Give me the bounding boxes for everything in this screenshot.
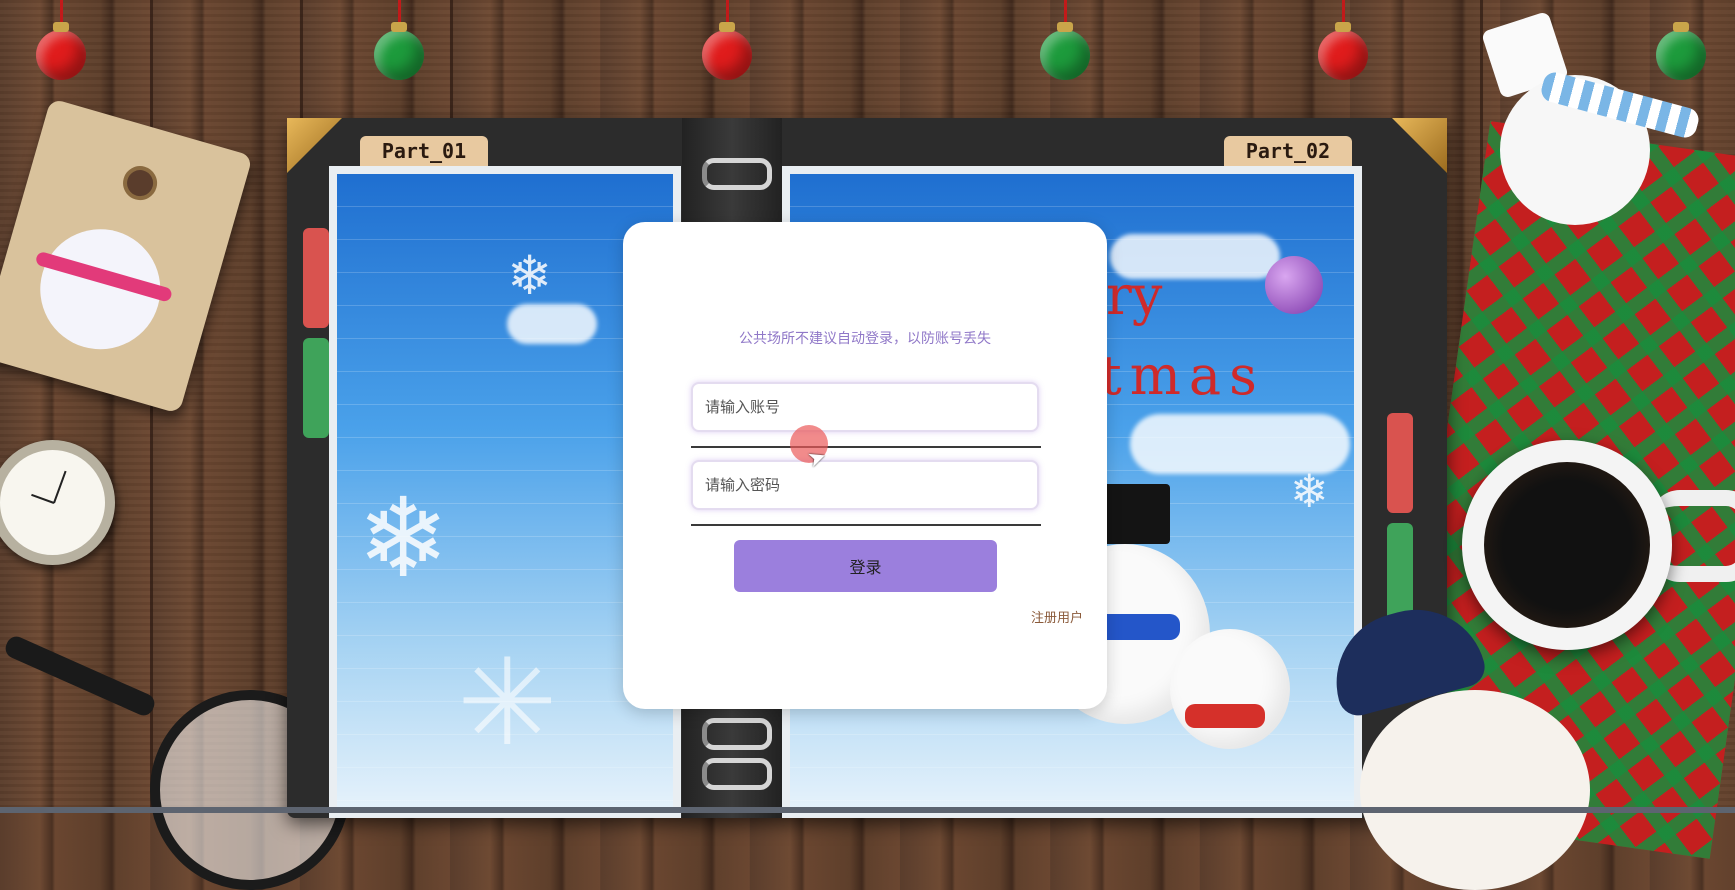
bottom-bar bbox=[0, 807, 1735, 813]
side-tab bbox=[1387, 523, 1413, 623]
red-ornament-icon bbox=[36, 22, 86, 80]
login-card: 公共场所不建议自动登录，以防账号丢失 登录 注册用户 bbox=[623, 222, 1107, 709]
side-tab bbox=[1387, 413, 1413, 513]
small-snowman-icon bbox=[1170, 629, 1290, 749]
coffee bbox=[1484, 462, 1650, 628]
snowflake-icon: ❄ bbox=[357, 474, 450, 602]
purple-ornament-icon bbox=[1265, 256, 1323, 314]
green-ornament-icon bbox=[374, 22, 424, 80]
teddy-bear-icon bbox=[1360, 690, 1590, 890]
account-input[interactable] bbox=[691, 382, 1039, 432]
snowflake-icon: ❄ bbox=[507, 244, 553, 307]
tree-icon: ✳ bbox=[457, 634, 558, 773]
corner-guard bbox=[1392, 118, 1447, 173]
corner-guard bbox=[287, 118, 342, 173]
part-01-tab: Part_01 bbox=[360, 136, 488, 166]
top-hat-icon bbox=[1100, 484, 1170, 544]
clock-hand bbox=[30, 493, 54, 504]
cloud bbox=[507, 304, 597, 344]
auto-login-notice: 公共场所不建议自动登录，以防账号丢失 bbox=[739, 331, 991, 347]
scarf-decoration bbox=[1185, 704, 1265, 728]
clock-hand bbox=[52, 470, 67, 503]
greeting-text: ry bbox=[1106, 264, 1163, 327]
tag-hole bbox=[119, 162, 162, 205]
side-tab bbox=[303, 228, 329, 328]
green-ornament-icon bbox=[1656, 22, 1706, 80]
register-user-link[interactable]: 注册用户 bbox=[1031, 607, 1083, 626]
green-ornament-icon bbox=[1040, 22, 1090, 80]
binder-ring bbox=[702, 718, 772, 750]
binder-ring bbox=[702, 158, 772, 190]
greeting-text: tmas bbox=[1100, 344, 1265, 407]
login-button[interactable]: 登录 bbox=[734, 540, 997, 592]
account-underline bbox=[691, 446, 1041, 448]
red-ornament-icon bbox=[702, 22, 752, 80]
password-input[interactable] bbox=[691, 460, 1039, 510]
binder-ring bbox=[702, 758, 772, 790]
red-ornament-icon bbox=[1318, 22, 1368, 80]
side-tab bbox=[303, 338, 329, 438]
snowflake-icon: ❄ bbox=[1290, 464, 1329, 518]
plank-divider bbox=[150, 0, 153, 813]
coffee-cup-icon bbox=[1462, 440, 1672, 650]
part-02-tab: Part_02 bbox=[1224, 136, 1352, 166]
password-underline bbox=[691, 524, 1041, 526]
